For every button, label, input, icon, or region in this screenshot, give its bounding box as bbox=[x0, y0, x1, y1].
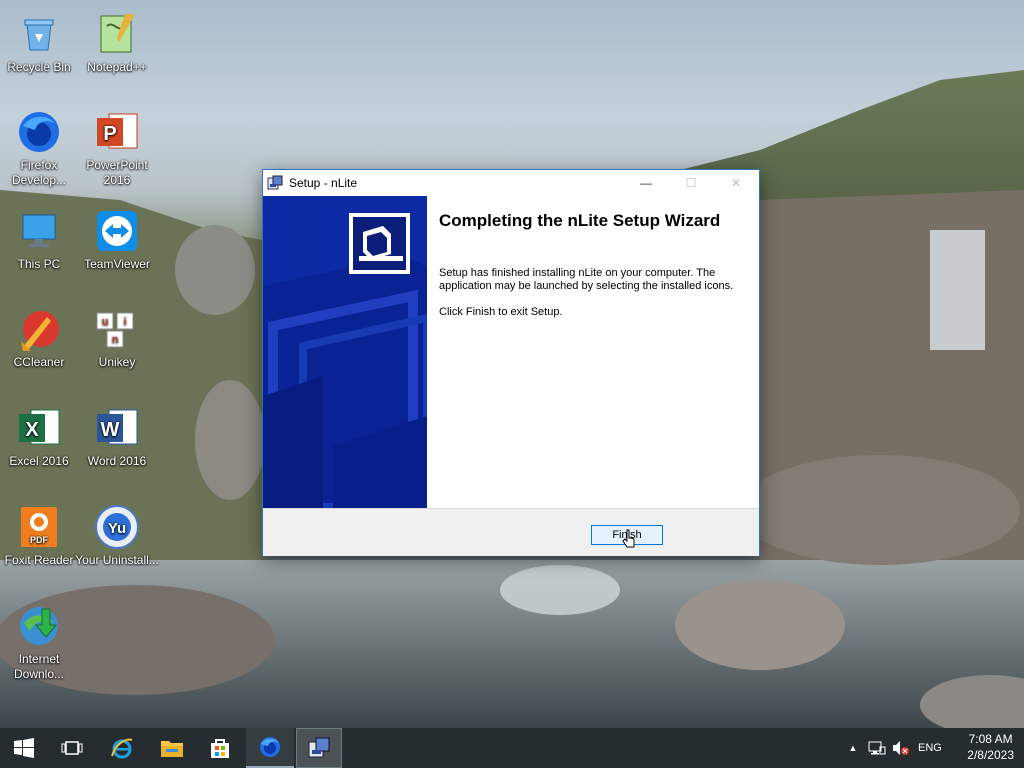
svg-text:P: P bbox=[103, 123, 116, 145]
task-view-button[interactable] bbox=[48, 728, 96, 768]
svg-text:i: i bbox=[124, 316, 126, 328]
setup-app-icon bbox=[267, 175, 283, 190]
firefox-dev-taskbar-icon bbox=[260, 737, 280, 757]
svg-text:X: X bbox=[25, 419, 39, 441]
desktop-icon-unikey[interactable]: uin Unikey bbox=[75, 305, 159, 370]
desktop-icon-ccleaner[interactable]: CCleaner bbox=[0, 305, 81, 370]
close-button: ✕ bbox=[713, 170, 759, 196]
start-button[interactable] bbox=[0, 728, 48, 768]
notepad-plus-icon bbox=[93, 10, 141, 58]
task-view-icon bbox=[61, 741, 83, 755]
svg-text:n: n bbox=[112, 334, 118, 346]
clock[interactable]: 7:08 AM 2/8/2023 bbox=[967, 731, 1014, 763]
folder-icon bbox=[161, 741, 183, 757]
desktop-icon-your-uninstaller[interactable]: Yu Your Uninstall... bbox=[75, 503, 159, 568]
desktop-icon-teamviewer[interactable]: TeamViewer bbox=[75, 207, 159, 272]
desktop-icon-powerpoint[interactable]: P PowerPoint 2016 bbox=[75, 108, 159, 188]
desktop-icon-recycle-bin[interactable]: Recycle Bin bbox=[0, 10, 81, 75]
teamviewer-icon bbox=[93, 207, 141, 255]
internet-download-icon bbox=[15, 602, 63, 650]
window-title: Setup - nLite bbox=[289, 176, 358, 190]
close-icon: ✕ bbox=[730, 176, 742, 190]
internet-explorer-icon bbox=[111, 738, 133, 759]
desktop: Recycle Bin Notepad++ Firefox Develop...… bbox=[0, 0, 1024, 728]
setup-window: Setup - nLite — ☐ ✕ Completing the nLite… bbox=[262, 169, 760, 556]
ccleaner-icon bbox=[15, 305, 63, 353]
minimize-icon: — bbox=[640, 176, 652, 190]
window-titlebar[interactable]: Setup - nLite — ☐ ✕ bbox=[263, 170, 759, 196]
word-icon: W bbox=[93, 404, 141, 452]
wizard-content: Completing the nLite Setup Wizard Setup … bbox=[427, 196, 759, 508]
excel-icon: X bbox=[15, 404, 63, 452]
store-button[interactable] bbox=[196, 728, 244, 768]
system-tray: ▲ ENG bbox=[846, 728, 942, 768]
store-icon bbox=[211, 739, 229, 758]
exit-instruction: Click Finish to exit Setup. bbox=[439, 306, 563, 318]
desktop-icon-notepad-plus[interactable]: Notepad++ bbox=[75, 10, 159, 75]
finish-message: Setup has finished installing nLite on y… bbox=[439, 267, 734, 292]
svg-text:u: u bbox=[102, 316, 108, 328]
maximize-button: ☐ bbox=[668, 170, 714, 196]
firefox-dev-taskbar-button[interactable] bbox=[246, 728, 294, 768]
wizard-side-image bbox=[263, 196, 427, 508]
desktop-icon-foxit[interactable]: PDF Foxit Reader bbox=[0, 503, 81, 568]
nlite-setup-taskbar-button[interactable] bbox=[296, 728, 342, 768]
wizard-heading: Completing the nLite Setup Wizard bbox=[439, 211, 721, 230]
desktop-icon-this-pc[interactable]: This PC bbox=[0, 207, 81, 272]
wizard-footer: Finish bbox=[263, 508, 759, 556]
foxit-reader-icon: PDF bbox=[15, 503, 63, 551]
clock-time: 7:08 AM bbox=[968, 732, 1013, 746]
svg-text:W: W bbox=[101, 419, 120, 441]
maximize-icon: ☐ bbox=[685, 176, 697, 190]
desktop-icon-internet-download[interactable]: Internet Downlo... bbox=[0, 602, 81, 682]
taskbar: ▲ ENG 7:08 AM 2/8/2023 bbox=[0, 728, 1024, 768]
your-uninstaller-icon: Yu bbox=[93, 503, 141, 551]
svg-text:PDF: PDF bbox=[30, 535, 49, 545]
unikey-icon: u in bbox=[93, 305, 141, 353]
network-icon[interactable] bbox=[868, 740, 886, 756]
windows-logo-icon bbox=[14, 738, 34, 758]
this-pc-icon bbox=[15, 207, 63, 255]
mouse-cursor bbox=[622, 529, 635, 548]
file-explorer-button[interactable] bbox=[148, 728, 196, 768]
recycle-bin-icon bbox=[15, 10, 63, 58]
clock-date: 2/8/2023 bbox=[967, 748, 1014, 762]
firefox-dev-icon bbox=[15, 108, 63, 156]
setup-taskbar-icon bbox=[308, 737, 330, 758]
tray-overflow-icon[interactable]: ▲ bbox=[846, 743, 860, 753]
internet-explorer-button[interactable] bbox=[98, 728, 146, 768]
desktop-icon-excel[interactable]: X Excel 2016 bbox=[0, 404, 81, 469]
wizard-banner-graphic bbox=[263, 196, 427, 508]
language-indicator[interactable]: ENG bbox=[918, 742, 942, 754]
wizard-body: Completing the nLite Setup Wizard Setup … bbox=[263, 196, 759, 508]
svg-text:Yu: Yu bbox=[108, 520, 126, 537]
desktop-icon-firefox-dev[interactable]: Firefox Develop... bbox=[0, 108, 81, 188]
powerpoint-icon: P bbox=[93, 108, 141, 156]
volume-muted-icon[interactable] bbox=[892, 740, 910, 756]
minimize-button[interactable]: — bbox=[623, 170, 669, 196]
desktop-icon-word[interactable]: W Word 2016 bbox=[75, 404, 159, 469]
